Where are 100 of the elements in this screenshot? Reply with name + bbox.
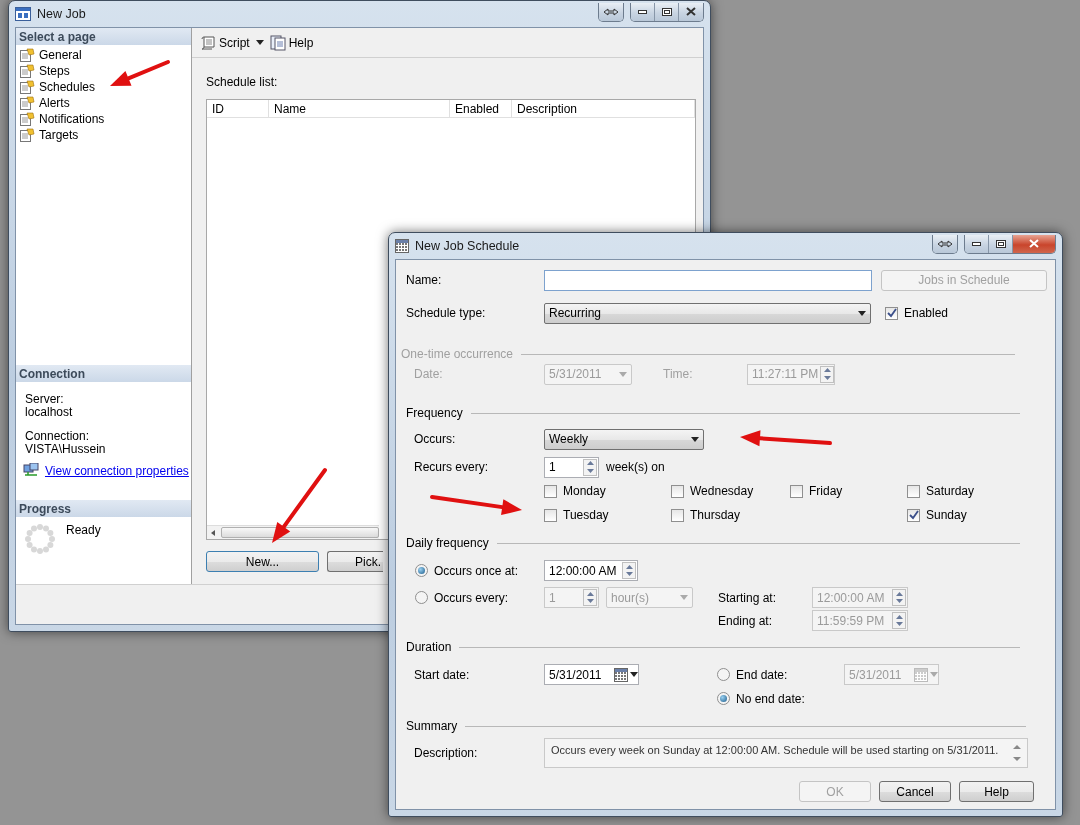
column-header[interactable]: Name (269, 100, 450, 118)
sidebar-item[interactable]: Notifications (39, 112, 105, 126)
window-icon (15, 7, 31, 21)
close-button[interactable] (1013, 234, 1055, 253)
checkbox[interactable] (544, 508, 557, 522)
checkbox[interactable] (907, 508, 920, 522)
connection-label: Connection: (24, 430, 91, 443)
schedule-type-dropdown[interactable]: Recurring (544, 302, 871, 324)
dialog-title: New Job Schedule (415, 239, 521, 253)
section-heading: Connection (16, 365, 191, 382)
checkbox[interactable] (885, 306, 898, 320)
option-label: Occurs every: (434, 590, 508, 605)
description-text: Occurs every week on Sunday at 12:00:00 AM. Schedule will be used starting on 5/31/2011. (551, 743, 1000, 758)
name-field[interactable] (544, 269, 872, 291)
starting-label: Starting at: (718, 590, 778, 605)
spin-control[interactable] (892, 612, 906, 629)
occurs-dropdown[interactable]: Weekly (544, 428, 704, 450)
sidebar-item[interactable]: General (39, 48, 82, 62)
up-arrow-icon (823, 368, 831, 373)
start-date-field[interactable]: 5/31/2011 (544, 664, 639, 685)
column-header[interactable]: Enabled (450, 100, 512, 118)
column-header[interactable]: Description (512, 100, 695, 118)
sidebar-item[interactable]: Schedules (39, 80, 96, 94)
checkbox[interactable] (671, 508, 684, 522)
caret-icon (680, 595, 688, 600)
spinner-icon (24, 523, 56, 555)
day-label: Wednesday (690, 484, 754, 498)
schedule-list-label: Schedule list: (206, 75, 279, 89)
ending-label: Ending at: (718, 613, 774, 628)
down-arrow-icon (586, 599, 594, 604)
dialog-button[interactable]: Cancel (879, 781, 951, 802)
caret-icon (858, 310, 866, 316)
maximize-button[interactable] (655, 2, 679, 21)
calendar-icon (914, 667, 928, 682)
pointer-arrow (110, 60, 170, 86)
caret-icon (619, 371, 627, 377)
document-icon (269, 34, 286, 51)
close-icon (1029, 239, 1039, 248)
day-label: Saturday (926, 484, 975, 498)
list-button[interactable]: Pick. (327, 551, 383, 572)
resize-button[interactable] (933, 234, 957, 253)
scroll-icon (200, 34, 216, 51)
checkbox[interactable] (671, 484, 684, 498)
page-icon (20, 128, 35, 142)
sidebar-item[interactable]: Steps (39, 64, 70, 78)
spin-control[interactable] (583, 589, 597, 606)
down-arrow-icon (895, 622, 903, 627)
radio-button[interactable] (717, 692, 730, 705)
list-button[interactable]: New... (206, 551, 319, 572)
caret-icon[interactable] (255, 40, 264, 45)
caret-icon (930, 672, 938, 677)
close-button[interactable] (679, 2, 703, 21)
spin-control[interactable] (583, 458, 597, 476)
occurs-label: Occurs: (414, 432, 457, 446)
column-header[interactable]: ID (207, 100, 269, 118)
caret-icon (630, 672, 638, 677)
dialog-button[interactable]: Help (959, 781, 1034, 802)
caret-icon (691, 436, 699, 442)
down-arrow-icon (823, 375, 831, 380)
schedule-type-label: Schedule type: (406, 306, 487, 320)
spin-control[interactable] (622, 562, 636, 579)
radio-button[interactable] (717, 668, 730, 681)
day-label: Monday (563, 484, 606, 498)
minimize-button[interactable] (631, 2, 655, 21)
maximize-button[interactable] (989, 234, 1013, 253)
spin-control[interactable] (892, 589, 906, 606)
option-label: Occurs once at: (434, 563, 519, 578)
checkmark-icon (886, 308, 897, 318)
checkbox[interactable] (790, 484, 803, 498)
script-button[interactable]: Script (198, 32, 252, 53)
page-icon (20, 96, 35, 110)
connection-properties-link[interactable]: View connection properties (45, 463, 189, 478)
double-arrow-icon (937, 239, 953, 248)
sidebar-item[interactable]: Alerts (39, 96, 70, 110)
scroll-arrows-icon (1013, 743, 1021, 763)
up-arrow-icon (586, 591, 594, 596)
checkbox[interactable] (544, 484, 557, 498)
spin-control[interactable] (820, 365, 835, 383)
down-arrow-icon (625, 572, 633, 577)
sidebar-item[interactable]: Targets (39, 128, 79, 142)
up-arrow-icon (895, 614, 903, 619)
server-label: Server: (24, 393, 65, 406)
double-arrow-icon (603, 7, 619, 16)
name-label: Name: (406, 273, 443, 287)
help-button[interactable]: Help (267, 32, 316, 53)
checkbox[interactable] (907, 484, 920, 498)
resize-button[interactable] (599, 2, 623, 21)
sidebar-heading: Select a page (16, 28, 191, 45)
horizontal-scrollbar[interactable] (207, 525, 379, 539)
radio-button[interactable] (415, 591, 428, 604)
group-heading: One-time occurrence (401, 347, 514, 361)
option-label: End date: (736, 667, 789, 682)
checkmark-icon (908, 510, 919, 520)
radio-button[interactable] (415, 564, 428, 577)
time-field[interactable]: 12:00:00 AM (544, 560, 638, 581)
minimize-icon (972, 241, 981, 246)
recurs-field[interactable]: 1 (544, 456, 599, 478)
server-name: localhost (24, 406, 74, 419)
minimize-button[interactable] (965, 234, 989, 253)
down-arrow-icon (586, 468, 594, 473)
